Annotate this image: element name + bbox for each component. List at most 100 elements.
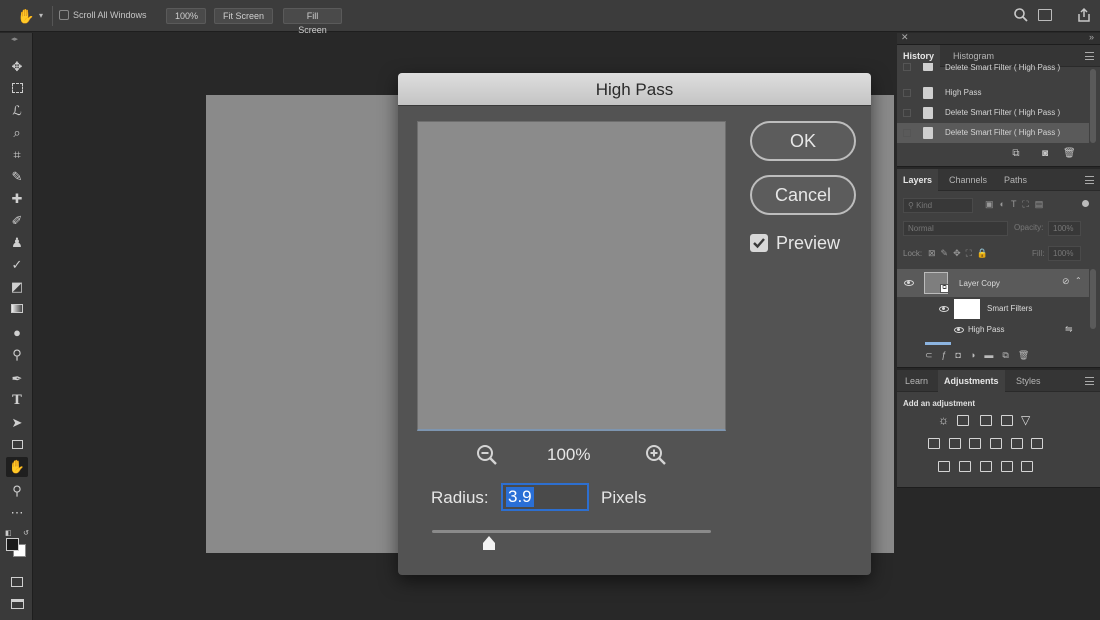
history-item-selected[interactable]: Delete Smart Filter ( High Pass ) [897,123,1089,143]
layers-scrollbar[interactable] [1090,269,1096,329]
exposure-icon[interactable] [1001,415,1013,426]
levels-icon[interactable] [957,415,969,426]
dialog-title[interactable]: High Pass [398,73,871,106]
type-tool-icon[interactable]: T [6,391,28,411]
collapse-panels-icon[interactable]: » [1089,32,1094,42]
arrange-documents-icon[interactable] [1038,9,1052,21]
visibility-eye-icon[interactable] [904,280,914,286]
panel-menu-icon[interactable] [1085,176,1094,184]
filter-preview[interactable] [417,121,726,431]
tab-learn[interactable]: Learn [899,370,934,392]
blending-options-icon[interactable]: ⇋ [1065,324,1073,335]
history-brush-source-icon[interactable] [903,109,911,117]
close-panel-icon[interactable]: ✕ [901,32,909,43]
marquee-tool-icon[interactable] [6,79,28,99]
layer-kind-filter[interactable]: ⚲ Kind [903,198,973,213]
move-tool-icon[interactable]: ✥ [6,57,28,77]
brush-tool-icon[interactable]: ✐ [6,211,28,231]
share-icon[interactable] [1076,7,1092,23]
history-scrollbar[interactable] [1090,69,1096,143]
foreground-color-swatch[interactable] [6,538,19,551]
new-document-from-state-icon[interactable]: ⧉ [1010,149,1022,159]
tool-preset-chevron-icon[interactable]: ▾ [39,11,43,20]
tab-paths[interactable]: Paths [998,169,1033,191]
filter-mask-thumbnail[interactable] [954,299,980,319]
screen-mode-icon[interactable] [6,595,28,615]
swap-colors-icon[interactable]: ↺ [23,529,29,537]
radius-slider-track[interactable] [432,530,711,533]
tab-styles[interactable]: Styles [1010,370,1047,392]
fit-screen-button[interactable]: Fit Screen [214,8,273,24]
gradient-map-icon[interactable] [1001,461,1013,472]
photo-filter-icon[interactable] [990,438,1002,449]
lock-options-icons[interactable]: ⊠✎✥⛶🔒 [928,248,993,259]
history-brush-source-icon[interactable] [903,129,911,137]
black-white-icon[interactable] [969,438,981,449]
zoom-100-button[interactable]: 100% [166,8,206,24]
filter-row[interactable]: High Pass ⇋ [897,321,1089,339]
visibility-eye-icon[interactable] [954,327,964,333]
pen-tool-icon[interactable]: ✒ [6,369,28,389]
panel-menu-icon[interactable] [1085,377,1094,385]
visibility-eye-icon[interactable] [939,306,949,312]
layers-footer-icons[interactable]: ⊂ƒ◘◑▬⧉🗑 [925,350,1038,361]
expand-chevron-icon[interactable]: ⌃ [1075,276,1082,285]
invert-icon[interactable] [938,461,950,472]
layer-filter-icons[interactable]: ▣◐T⛶▤ [985,199,1049,210]
hand-tool-icon[interactable]: ✋ [17,8,34,25]
history-brush-source-icon[interactable] [903,63,911,71]
panel-grip-icon[interactable]: ◂▸ [11,35,18,43]
vibrance-icon[interactable]: ▽ [1021,413,1030,427]
history-brush-tool-icon[interactable]: ✓ [6,255,28,275]
history-item[interactable]: High Pass [897,83,1089,103]
threshold-icon[interactable] [980,461,992,472]
tab-adjustments[interactable]: Adjustments [938,370,1005,392]
hand-tool-icon[interactable]: ✋ [6,457,28,477]
zoom-out-icon[interactable] [475,443,499,467]
curves-icon[interactable] [980,415,992,426]
brightness-contrast-icon[interactable]: ☼ [938,413,949,427]
default-colors-icon[interactable]: ◧ [5,529,12,537]
zoom-tool-icon[interactable]: ⚲ [6,481,28,501]
blur-tool-icon[interactable]: ● [6,323,28,343]
filter-toggle-icon[interactable] [1082,200,1089,207]
rectangle-tool-icon[interactable] [6,435,28,455]
tab-layers[interactable]: Layers [897,169,939,191]
history-item[interactable]: Delete Smart Filter ( High Pass ) [897,63,1089,73]
more-tools-icon[interactable]: ⋯ [6,503,28,523]
lasso-tool-icon[interactable]: ℒ [6,101,28,121]
preview-checkbox[interactable] [750,234,768,252]
color-lookup-icon[interactable] [1031,438,1043,449]
gradient-tool-icon[interactable] [6,299,28,319]
dodge-tool-icon[interactable]: ⚲ [6,345,28,365]
healing-brush-tool-icon[interactable]: ✚ [6,189,28,209]
path-selection-tool-icon[interactable]: ➤ [6,413,28,433]
color-swatches[interactable]: ◧ ↺ [5,529,29,557]
fill-field[interactable]: 100% [1048,246,1081,261]
panel-menu-icon[interactable] [1085,52,1094,60]
fill-screen-button[interactable]: Fill Screen [283,8,342,35]
blend-mode-select[interactable]: Normal [903,221,1008,236]
posterize-icon[interactable] [959,461,971,472]
zoom-in-icon[interactable] [644,443,668,467]
radius-input[interactable]: 3.9 [501,483,589,511]
layer-row-selected[interactable]: ⧉ Layer Copy ⊘ ⌃ [897,269,1089,297]
clone-stamp-tool-icon[interactable]: ♟ [6,233,28,253]
scroll-all-windows-checkbox[interactable] [59,10,69,20]
quick-mask-icon[interactable] [6,573,28,593]
radius-slider-thumb[interactable] [481,535,497,551]
ok-button[interactable]: OK [750,121,856,161]
camera-icon[interactable]: ◙ [1039,149,1051,159]
tab-channels[interactable]: Channels [943,169,993,191]
history-item[interactable]: Delete Smart Filter ( High Pass ) [897,103,1089,123]
color-balance-icon[interactable] [949,438,961,449]
search-icon[interactable] [1013,7,1029,23]
hue-saturation-icon[interactable] [928,438,940,449]
smart-filters-row[interactable]: Smart Filters [897,297,1089,321]
crop-tool-icon[interactable]: ⌗ [6,145,28,165]
selective-color-icon[interactable] [1021,461,1033,472]
eraser-tool-icon[interactable]: ◩ [6,277,28,297]
trash-icon[interactable]: 🗑 [1063,149,1076,159]
opacity-field[interactable]: 100% [1048,221,1081,236]
radius-value[interactable]: 3.9 [506,487,534,507]
